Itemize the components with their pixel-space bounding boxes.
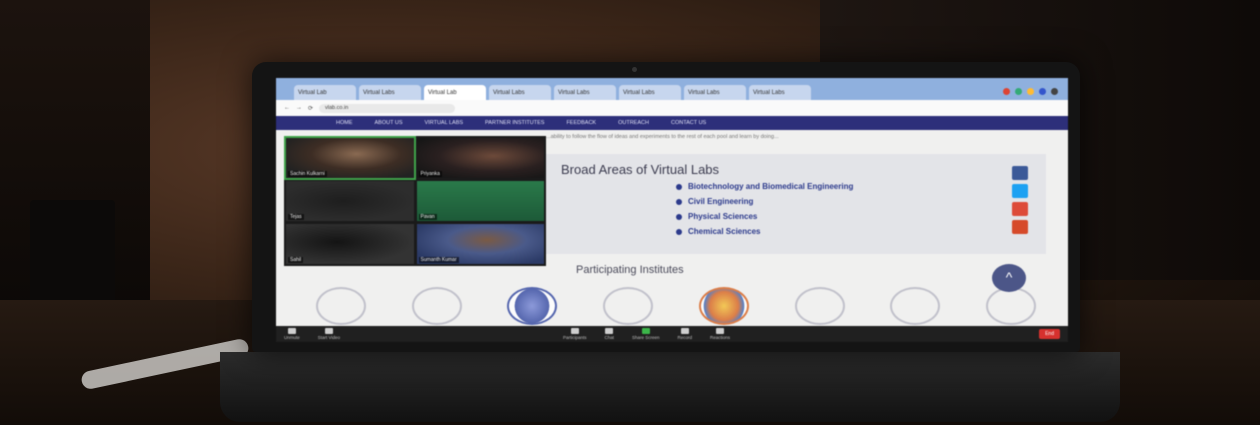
institute-logo[interactable] — [794, 287, 845, 325]
social-share-bar — [1012, 166, 1028, 234]
extension-icon[interactable] — [1003, 87, 1010, 95]
institute-logo[interactable] — [890, 287, 941, 325]
broad-areas-title: Broad Areas of Virtual Labs — [561, 162, 720, 177]
participant-video[interactable]: Tejas — [286, 181, 414, 221]
institute-logo[interactable] — [698, 287, 749, 325]
participant-video[interactable]: Pavan — [416, 181, 544, 221]
nav-item-home[interactable]: HOME — [336, 120, 353, 126]
unmute-button[interactable]: Unmute — [284, 328, 300, 340]
record-button[interactable]: Record — [678, 328, 692, 340]
nav-item-virtual-labs[interactable]: VIRTUAL LABS — [425, 120, 464, 126]
area-link[interactable]: Biotechnology and Biomedical Engineering — [676, 182, 853, 191]
start-video-button[interactable]: Start Video — [318, 328, 340, 340]
bullet-icon — [676, 198, 682, 205]
chat-button[interactable]: Chat — [604, 328, 614, 340]
participant-video[interactable]: Sumanth Kumar — [416, 224, 544, 264]
browser-tab-active[interactable]: Virtual Lab — [424, 85, 486, 100]
bullet-icon — [676, 213, 682, 220]
institute-logos — [316, 286, 1036, 326]
institute-logo[interactable] — [507, 287, 558, 325]
participant-name: Tejas — [288, 214, 304, 220]
participant-name: Sahil — [288, 257, 304, 263]
google-plus-icon[interactable] — [1012, 202, 1028, 216]
facebook-icon[interactable] — [1012, 166, 1028, 180]
twitter-icon[interactable] — [1012, 184, 1028, 198]
browser-tab[interactable]: Virtual Labs — [554, 85, 616, 100]
extension-icons — [1003, 82, 1068, 100]
participants-button[interactable]: Participants — [563, 328, 586, 340]
browser-tab[interactable]: Virtual Labs — [684, 85, 746, 100]
institute-logo[interactable] — [985, 287, 1036, 325]
browser-tab[interactable]: Virtual Labs — [359, 85, 421, 100]
nav-item-outreach[interactable]: OUTREACH — [618, 120, 649, 126]
institute-logo[interactable] — [603, 287, 654, 325]
end-meeting-button[interactable]: End — [1039, 329, 1060, 339]
share-screen-icon — [641, 328, 650, 334]
participating-institutes-title: Participating Institutes — [576, 264, 684, 276]
reload-icon[interactable]: ⟳ — [308, 105, 313, 112]
participant-name: Sachin Kulkarni — [288, 171, 327, 177]
extension-icon[interactable] — [1027, 87, 1034, 95]
laptop-base — [220, 352, 1120, 422]
zoom-toolbar: Unmute Start Video Participants Chat Sha… — [276, 326, 1068, 342]
areas-list: Biotechnology and Biomedical Engineering… — [676, 182, 853, 242]
participant-name: Priyanka — [418, 171, 442, 177]
record-icon — [680, 328, 689, 334]
area-link[interactable]: Chemical Sciences — [676, 227, 853, 236]
zoom-gallery-view: Sachin Kulkarni Priyanka Tejas Pavan Sah… — [284, 136, 546, 266]
scroll-to-top-button[interactable]: ^ — [992, 264, 1026, 292]
url-input[interactable]: vlab.co.in — [319, 103, 456, 113]
toolbar-center: Participants Chat Share Screen Record Re… — [563, 328, 748, 340]
participant-name: Pavan — [418, 214, 437, 220]
area-link[interactable]: Civil Engineering — [676, 197, 853, 206]
webcam — [632, 67, 637, 72]
address-bar-row: ← → ⟳ vlab.co.in — [276, 100, 1068, 116]
site-nav: HOME ABOUT US VIRTUAL LABS PARTNER INSTI… — [276, 116, 1068, 130]
browser-tab[interactable]: Virtual Labs — [489, 85, 551, 100]
share-screen-button[interactable]: Share Screen — [632, 328, 660, 340]
intro-text: ...ability to follow the flow of ideas a… — [546, 134, 779, 140]
reactions-button[interactable]: Reactions — [710, 328, 730, 340]
microphone-icon — [287, 328, 296, 334]
browser-tab[interactable]: Virtual Labs — [749, 85, 811, 100]
institute-logo[interactable] — [316, 287, 366, 325]
nav-item-contact[interactable]: CONTACT US — [671, 120, 706, 126]
profile-avatar[interactable] — [1051, 87, 1058, 95]
forward-icon[interactable]: → — [296, 105, 302, 111]
browser-tab-bar: Virtual Lab Virtual Labs Virtual Lab Vir… — [276, 78, 1068, 100]
browser-tab[interactable]: Virtual Lab — [294, 85, 356, 100]
extension-icon[interactable] — [1015, 87, 1022, 95]
participant-name: Sumanth Kumar — [418, 257, 459, 263]
broad-areas-panel: Broad Areas of Virtual Labs Biotechnolog… — [546, 154, 1046, 254]
area-link[interactable]: Physical Sciences — [676, 212, 853, 221]
back-icon[interactable]: ← — [284, 105, 290, 111]
participant-video[interactable]: Priyanka — [416, 138, 544, 178]
participants-icon — [570, 328, 579, 334]
video-camera-icon — [324, 328, 333, 334]
nav-item-about[interactable]: ABOUT US — [375, 120, 403, 126]
participant-video[interactable]: Sahil — [286, 224, 414, 264]
email-icon[interactable] — [1012, 220, 1028, 234]
nav-item-partners[interactable]: PARTNER INSTITUTES — [485, 120, 544, 126]
extension-icon[interactable] — [1039, 87, 1046, 95]
participant-video[interactable]: Sachin Kulkarni — [284, 136, 416, 180]
nav-item-feedback[interactable]: FEEDBACK — [566, 120, 596, 126]
chat-icon — [605, 328, 614, 334]
browser-tab[interactable]: Virtual Labs — [619, 85, 681, 100]
laptop-screen: Virtual Lab Virtual Labs Virtual Lab Vir… — [276, 78, 1068, 342]
institute-logo[interactable] — [411, 287, 462, 325]
reactions-icon — [716, 328, 725, 334]
bullet-icon — [676, 228, 682, 235]
bullet-icon — [676, 183, 682, 190]
